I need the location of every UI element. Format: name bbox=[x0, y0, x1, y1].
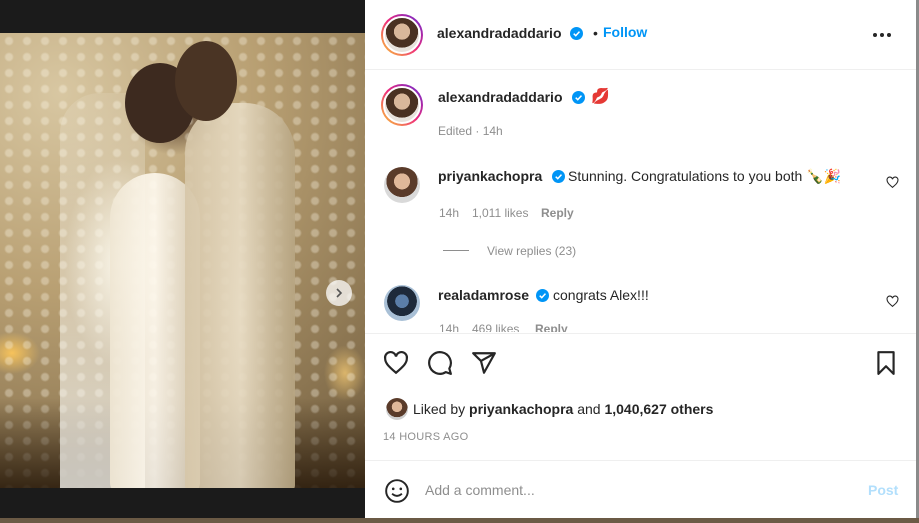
caption-meta: Edited · 14h bbox=[438, 124, 503, 138]
verified-icon bbox=[552, 170, 565, 183]
comment-icon[interactable] bbox=[427, 350, 453, 376]
post-header: alexandradaddario • Follow bbox=[365, 0, 916, 70]
follow-button[interactable]: Follow bbox=[603, 24, 647, 40]
heart-icon[interactable] bbox=[383, 350, 409, 376]
post-timestamp[interactable]: 14 HOURS AGO bbox=[383, 431, 469, 443]
chevron-right-icon bbox=[336, 288, 343, 298]
liked-by-avatar[interactable] bbox=[386, 398, 408, 420]
comment-text: congrats Alex!!! bbox=[553, 287, 649, 303]
add-comment-bar: Post bbox=[365, 460, 916, 518]
comment-like-heart-icon[interactable] bbox=[886, 295, 899, 308]
post-side-panel: alexandradaddario • Follow alexandradadd… bbox=[365, 0, 916, 518]
author-avatar[interactable] bbox=[381, 14, 423, 56]
photo-head-groom bbox=[175, 41, 237, 121]
verified-icon bbox=[536, 289, 549, 302]
comment-input[interactable] bbox=[425, 479, 825, 501]
verified-icon bbox=[572, 91, 585, 104]
author-username[interactable]: alexandradaddario bbox=[437, 25, 562, 41]
comment-reply-button[interactable]: Reply bbox=[535, 322, 568, 332]
carousel-next-button[interactable] bbox=[326, 280, 352, 306]
comment-avatar[interactable] bbox=[384, 167, 420, 203]
post-comment-button[interactable]: Post bbox=[868, 482, 898, 498]
emoji-icon[interactable] bbox=[384, 478, 410, 504]
liked-by-summary: Liked by priyankachopra and 1,040,627 ot… bbox=[413, 401, 713, 417]
liked-by-joiner: and bbox=[577, 401, 601, 417]
liked-by-user[interactable]: priyankachopra bbox=[469, 401, 573, 417]
follow-separator: • bbox=[593, 25, 598, 41]
comment-like-heart-icon[interactable] bbox=[886, 176, 899, 189]
caption-text: 💋 bbox=[591, 88, 610, 105]
caption-author-avatar[interactable] bbox=[381, 84, 423, 126]
background-edge bbox=[0, 518, 919, 523]
comment-avatar[interactable] bbox=[384, 285, 420, 321]
bookmark-icon[interactable] bbox=[873, 350, 899, 376]
comment-username[interactable]: realadamrose bbox=[438, 287, 529, 303]
share-icon[interactable] bbox=[471, 350, 497, 376]
verified-icon bbox=[570, 27, 583, 40]
photo-groom bbox=[185, 103, 295, 488]
comment-text: Stunning. Congratulations to you both 🍾🎉 bbox=[568, 168, 842, 184]
comment-time: 14h bbox=[439, 206, 460, 220]
more-icon[interactable] bbox=[873, 33, 891, 37]
view-replies-line bbox=[443, 250, 469, 251]
liked-by-count[interactable]: 1,040,627 others bbox=[604, 401, 713, 417]
post-photo[interactable] bbox=[0, 33, 365, 488]
caption-username[interactable]: alexandradaddario bbox=[438, 89, 563, 105]
liked-by-prefix: Liked by bbox=[413, 401, 466, 417]
comment-likes[interactable]: 469 likes bbox=[472, 322, 519, 332]
comment-reply-button[interactable]: Reply bbox=[541, 206, 574, 220]
view-replies-button[interactable]: View replies (23) bbox=[487, 244, 576, 258]
instagram-post-modal: alexandradaddario • Follow alexandradadd… bbox=[0, 0, 919, 523]
comment-meta-clip: 14h 469 likes Reply bbox=[439, 322, 639, 332]
post-actions: Liked by priyankachopra and 1,040,627 ot… bbox=[365, 333, 916, 460]
comment-username[interactable]: priyankachopra bbox=[438, 168, 542, 184]
comment-time: 14h bbox=[439, 322, 460, 332]
comment-likes[interactable]: 1,011 likes bbox=[472, 206, 528, 220]
